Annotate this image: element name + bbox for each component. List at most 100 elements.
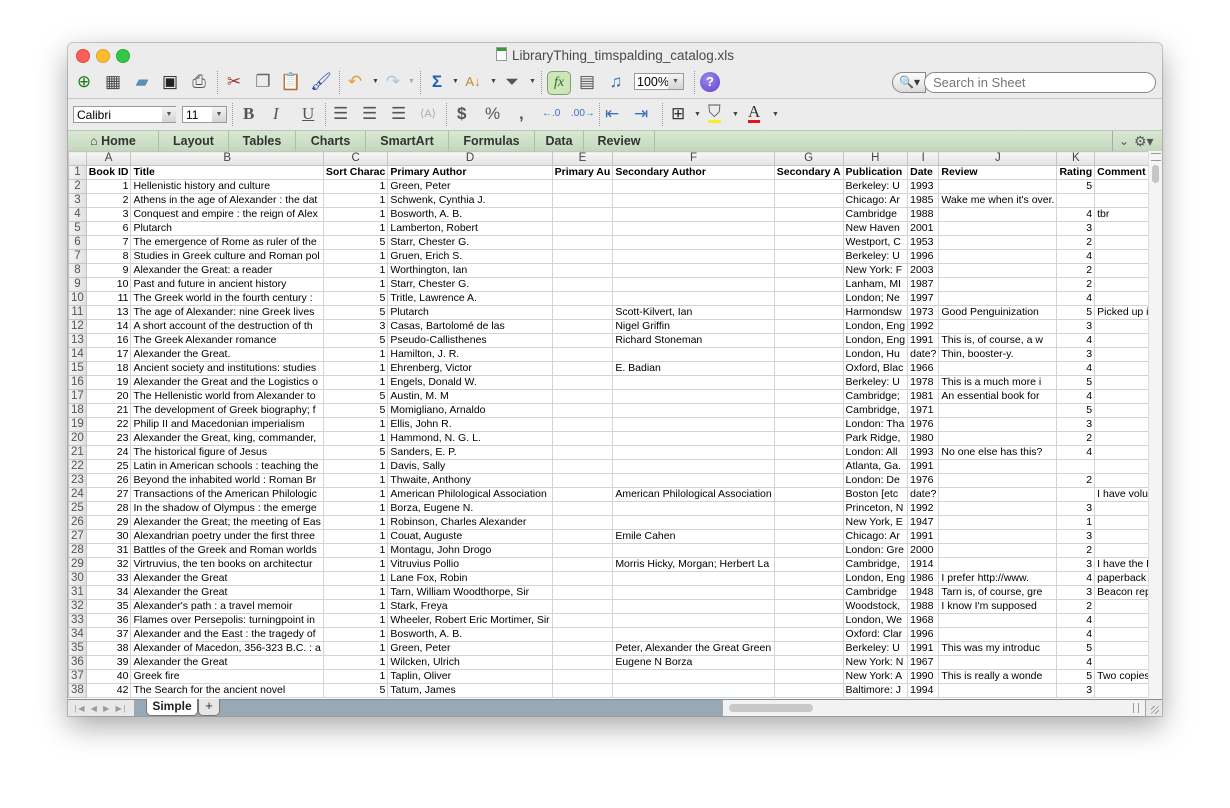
open-icon[interactable]: ▰: [131, 71, 153, 93]
cell-i24[interactable]: date?: [907, 487, 940, 502]
cell-j18[interactable]: [938, 403, 1058, 418]
cell-i12[interactable]: 1992: [907, 319, 940, 334]
cell-d33[interactable]: Wheeler, Robert Eric Mortimer, Sir: [387, 613, 553, 628]
cell-a19[interactable]: 22: [85, 417, 132, 432]
cell-c35[interactable]: 1: [322, 641, 389, 656]
cell-k38[interactable]: 3: [1056, 683, 1096, 698]
cell-b18[interactable]: The development of Greek biography; f: [130, 403, 324, 418]
row-header[interactable]: 37: [68, 669, 87, 684]
cell-l23[interactable]: [1094, 473, 1148, 488]
cell-b38[interactable]: The Search for the ancient novel: [130, 683, 324, 698]
copy-icon[interactable]: ❐: [252, 71, 274, 93]
cell-f11[interactable]: Scott-Kilvert, Ian: [612, 305, 775, 320]
vertical-scroll-thumb[interactable]: [1152, 165, 1159, 183]
cell-c4[interactable]: 1: [322, 207, 389, 222]
cell-k31[interactable]: 3: [1056, 585, 1096, 600]
cell-a10[interactable]: 11: [85, 291, 132, 306]
cell-k24[interactable]: [1056, 487, 1096, 502]
cell-g35[interactable]: [773, 641, 844, 656]
add-sheet-button[interactable]: +: [198, 699, 220, 716]
cell-b31[interactable]: Alexander the Great: [130, 585, 324, 600]
column-header-c[interactable]: C: [322, 151, 389, 166]
cell-c23[interactable]: 1: [322, 473, 389, 488]
cell-h5[interactable]: New Haven: [842, 221, 909, 236]
cell-j9[interactable]: [938, 277, 1058, 292]
cell-b17[interactable]: The Hellenistic world from Alexander to: [130, 389, 324, 404]
cell-l20[interactable]: [1094, 431, 1148, 446]
cell-h35[interactable]: Berkeley: U: [842, 641, 909, 656]
cell-h37[interactable]: New York: A: [842, 669, 909, 684]
cell-c14[interactable]: 1: [322, 347, 389, 362]
cell-l11[interactable]: Picked up in Umich selloff.: [1094, 305, 1148, 320]
cell-f16[interactable]: [612, 375, 775, 390]
column-header-l[interactable]: L: [1094, 151, 1148, 166]
cell-e38[interactable]: [551, 683, 614, 698]
cell-k36[interactable]: 4: [1056, 655, 1096, 670]
cell-g37[interactable]: [773, 669, 844, 684]
cell-k7[interactable]: 4: [1056, 249, 1096, 264]
cell-f27[interactable]: Emile Cahen: [612, 529, 775, 544]
cell-c6[interactable]: 5: [322, 235, 389, 250]
cell-j24[interactable]: [938, 487, 1058, 502]
paste-icon[interactable]: 📋: [280, 71, 302, 93]
cell-i15[interactable]: 1966: [907, 361, 940, 376]
cell-b33[interactable]: Flames over Persepolis: turningpoint in: [130, 613, 324, 628]
cell-i29[interactable]: 1914: [907, 557, 940, 572]
cell-f31[interactable]: [612, 585, 775, 600]
cell-b4[interactable]: Conquest and empire : the reign of Alex: [130, 207, 324, 222]
font-name-dropdown-icon[interactable]: ▼: [162, 107, 176, 122]
cell-c11[interactable]: 5: [322, 305, 389, 320]
cell-k10[interactable]: 4: [1056, 291, 1096, 306]
cell-h36[interactable]: New York: N: [842, 655, 909, 670]
cell-d4[interactable]: Bosworth, A. B.: [387, 207, 553, 222]
cell-i7[interactable]: 1996: [907, 249, 940, 264]
cell-j38[interactable]: [938, 683, 1058, 698]
row-header[interactable]: 36: [68, 655, 87, 670]
cell-e35[interactable]: [551, 641, 614, 656]
cell-b11[interactable]: The age of Alexander: nine Greek lives: [130, 305, 324, 320]
cell-g21[interactable]: [773, 445, 844, 460]
cell-h17[interactable]: Cambridge;: [842, 389, 909, 404]
cell-l35[interactable]: [1094, 641, 1148, 656]
row-header[interactable]: 21: [68, 445, 87, 460]
horizontal-scrollbar[interactable]: [722, 700, 1145, 716]
cell-d20[interactable]: Hammond, N. G. L.: [387, 431, 553, 446]
fill-color-dropdown-icon[interactable]: ▼: [732, 111, 739, 118]
cell-b7[interactable]: Studies in Greek culture and Roman pol: [130, 249, 324, 264]
cell-k25[interactable]: 3: [1056, 501, 1096, 516]
sort-icon[interactable]: A↓: [462, 71, 484, 93]
cell-k23[interactable]: 2: [1056, 473, 1096, 488]
cell-j16[interactable]: This is a much more i: [938, 375, 1058, 390]
cell-e28[interactable]: [551, 543, 614, 558]
cell-e14[interactable]: [551, 347, 614, 362]
format-painter-icon[interactable]: 🖌: [310, 71, 332, 93]
cell-j29[interactable]: [938, 557, 1058, 572]
cell-g2[interactable]: [773, 179, 844, 194]
cell-g14[interactable]: [773, 347, 844, 362]
row-header[interactable]: 28: [68, 543, 87, 558]
split-handle-horizontal[interactable]: [1133, 703, 1139, 713]
cell-k21[interactable]: 4: [1056, 445, 1096, 460]
cell-h3[interactable]: Chicago: Ar: [842, 193, 909, 208]
decrease-decimal-icon[interactable]: .00→: [571, 104, 595, 124]
borders-dropdown-icon[interactable]: ▼: [694, 111, 701, 118]
cell-b37[interactable]: Greek fire: [130, 669, 324, 684]
help-icon[interactable]: ?: [700, 72, 720, 92]
cell-b32[interactable]: Alexander's path : a travel memoir: [130, 599, 324, 614]
cell-c9[interactable]: 1: [322, 277, 389, 292]
cell-i11[interactable]: 1973: [907, 305, 940, 320]
cell-k22[interactable]: [1056, 459, 1096, 474]
cell-j6[interactable]: [938, 235, 1058, 250]
cell-a17[interactable]: 20: [85, 389, 132, 404]
cell-h20[interactable]: Park Ridge,: [842, 431, 909, 446]
cell-d15[interactable]: Ehrenberg, Victor: [387, 361, 553, 376]
cell-l1[interactable]: Comment: [1094, 165, 1148, 180]
cell-i18[interactable]: 1971: [907, 403, 940, 418]
row-header[interactable]: 23: [68, 473, 87, 488]
cell-d8[interactable]: Worthington, Ian: [387, 263, 553, 278]
cell-j19[interactable]: [938, 417, 1058, 432]
select-all-corner[interactable]: [68, 151, 87, 166]
cell-b29[interactable]: Virtruvius, the ten books on architectur: [130, 557, 324, 572]
cell-k6[interactable]: 2: [1056, 235, 1096, 250]
cell-a24[interactable]: 27: [85, 487, 132, 502]
